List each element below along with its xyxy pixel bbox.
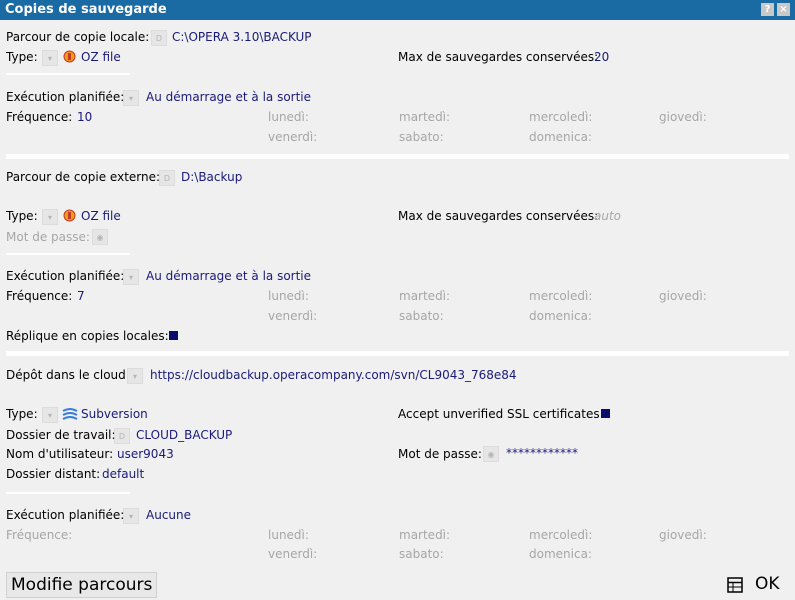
cloud-day-tuesday[interactable]: martedì: <box>399 528 450 542</box>
cloud-password-label: Mot de passe: <box>398 447 482 461</box>
external-path-value: D:\Backup <box>181 170 243 184</box>
local-day-saturday[interactable]: sabato: <box>399 130 444 144</box>
cloud-frequency-label: Fréquence: <box>6 528 73 542</box>
external-frequency-label: Fréquence: <box>6 289 73 303</box>
subversion-icon <box>62 408 78 420</box>
external-day-thursday[interactable]: giovedì: <box>659 289 707 303</box>
external-frequency-value[interactable]: 7 <box>77 289 85 303</box>
cloud-workdir-browse-button[interactable]: D <box>114 428 130 444</box>
cloud-remote-label: Dossier distant: <box>6 467 101 481</box>
eye-icon[interactable]: ◉ <box>483 446 499 462</box>
oz-file-icon <box>63 50 76 63</box>
cloud-type-value: Subversion <box>81 407 148 421</box>
local-max-label: Max de sauvegardes conservées: <box>398 50 599 64</box>
cloud-password-value[interactable]: ************ <box>506 446 578 460</box>
external-day-saturday[interactable]: sabato: <box>399 309 444 323</box>
cloud-repo-label: Dépôt dans le cloud: <box>6 368 130 382</box>
section-divider <box>6 351 789 356</box>
title-bar: Copies de sauvegarde ? × <box>0 0 795 20</box>
local-day-sunday[interactable]: domenica: <box>529 130 592 144</box>
local-path-label: Parcour de copie locale: <box>6 30 150 44</box>
external-replica-checkbox[interactable] <box>169 331 178 340</box>
local-schedule-dropdown-button[interactable]: ▾ <box>123 90 139 106</box>
window-title: Copies de sauvegarde <box>5 2 167 17</box>
local-path-value: C:\OPERA 3.10\BACKUP <box>172 30 312 44</box>
section-divider <box>6 154 789 159</box>
local-max-value[interactable]: 20 <box>594 50 609 64</box>
local-day-friday[interactable]: venerdì: <box>268 130 317 144</box>
ok-button[interactable]: OK <box>755 572 780 596</box>
modify-paths-button[interactable]: Modifie parcours <box>6 572 158 598</box>
close-icon[interactable]: × <box>777 3 790 16</box>
local-day-tuesday[interactable]: martedì: <box>399 110 450 124</box>
external-path-label: Parcour de copie externe: <box>6 170 161 184</box>
external-day-tuesday[interactable]: martedì: <box>399 289 450 303</box>
cloud-workdir-value: CLOUD_BACKUP <box>136 428 233 442</box>
external-day-friday[interactable]: venerdì: <box>268 309 317 323</box>
external-password-label: Mot de passe: <box>6 230 90 244</box>
help-icon[interactable]: ? <box>761 3 774 16</box>
external-day-sunday[interactable]: domenica: <box>529 309 592 323</box>
external-max-value[interactable]: auto <box>594 209 621 223</box>
oz-file-icon <box>63 209 76 222</box>
footer-bar: Modifie parcours OK <box>0 568 795 600</box>
external-type-dropdown-button[interactable]: ▾ <box>42 209 58 225</box>
cloud-ssl-checkbox[interactable] <box>601 409 610 418</box>
local-schedule-label: Exécution planifiée: <box>6 90 125 104</box>
external-day-wednesday[interactable]: mercoledì: <box>529 289 592 303</box>
cloud-ssl-label: Accept unverified SSL certificates: <box>398 407 604 421</box>
cloud-day-monday[interactable]: lunedì: <box>268 528 309 542</box>
local-type-dropdown-button[interactable]: ▾ <box>42 50 58 66</box>
local-type-label: Type: <box>6 50 38 64</box>
local-type-value: OZ file <box>81 50 121 64</box>
local-path-browse-button[interactable]: D <box>151 30 167 46</box>
local-day-monday[interactable]: lunedì: <box>268 110 309 124</box>
cloud-schedule-label: Exécution planifiée: <box>6 508 125 522</box>
cloud-schedule-dropdown-button[interactable]: ▾ <box>123 508 139 524</box>
cloud-type-label: Type: <box>6 407 38 421</box>
eye-icon[interactable]: ◉ <box>92 229 108 245</box>
external-day-monday[interactable]: lunedì: <box>268 289 309 303</box>
external-path-browse-button[interactable]: D <box>159 170 175 186</box>
cloud-repo-value: https://cloudbackup.operacompany.com/svn… <box>150 368 517 382</box>
cloud-day-thursday[interactable]: giovedì: <box>659 528 707 542</box>
external-replica-label: Réplique en copies locales: <box>6 329 169 343</box>
external-schedule-value: Au démarrage et à la sortie <box>146 269 312 283</box>
external-type-value: OZ file <box>81 209 121 223</box>
separator <box>6 492 130 494</box>
cloud-day-sunday[interactable]: domenica: <box>529 547 592 561</box>
separator <box>6 73 130 75</box>
cloud-day-friday[interactable]: venerdì: <box>268 547 317 561</box>
table-icon[interactable] <box>727 577 743 593</box>
cloud-type-dropdown-button[interactable]: ▾ <box>42 407 58 423</box>
cloud-user-value[interactable]: user9043 <box>117 447 174 461</box>
local-day-wednesday[interactable]: mercoledì: <box>529 110 592 124</box>
external-schedule-dropdown-button[interactable]: ▾ <box>123 269 139 285</box>
external-type-label: Type: <box>6 209 38 223</box>
local-schedule-value: Au démarrage et à la sortie <box>146 90 312 104</box>
cloud-workdir-label: Dossier de travail: <box>6 428 116 442</box>
cloud-day-wednesday[interactable]: mercoledì: <box>529 528 592 542</box>
separator <box>6 253 130 255</box>
cloud-repo-dropdown-button[interactable]: ▾ <box>127 368 143 384</box>
local-frequency-label: Fréquence: <box>6 110 73 124</box>
cloud-schedule-value: Aucune <box>146 508 192 522</box>
external-schedule-label: Exécution planifiée: <box>6 269 125 283</box>
cloud-user-label: Nom d'utilisateur: <box>6 447 114 461</box>
cloud-day-saturday[interactable]: sabato: <box>399 547 444 561</box>
local-day-thursday[interactable]: giovedì: <box>659 110 707 124</box>
local-frequency-value[interactable]: 10 <box>77 110 92 124</box>
cloud-remote-value[interactable]: default <box>102 467 144 481</box>
external-max-label: Max de sauvegardes conservées: <box>398 209 599 223</box>
